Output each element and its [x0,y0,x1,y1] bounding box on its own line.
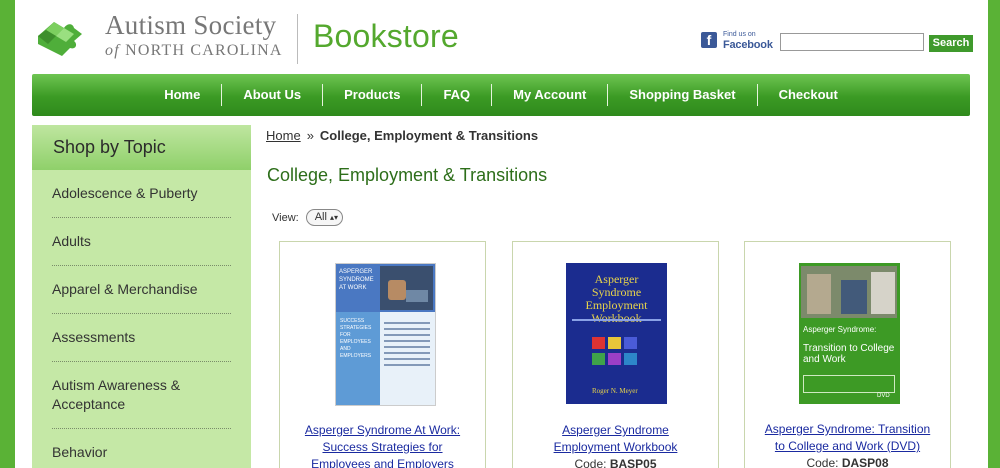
sidebar-item-behavior[interactable]: Behavior [52,429,231,468]
store-title[interactable]: Bookstore [313,18,459,55]
product-cover-image[interactable]: ASPERGER SYNDROME AT WORK SUCCESS STRATE… [335,263,436,406]
org-name-line1: Autism Society [105,10,277,40]
product-cover-image[interactable]: Asperger Syndrome: Transition to College… [799,263,900,404]
cover-subtitle: SUCCESS STRATEGIES FOR EMPLOYEES AND EMP… [340,318,372,359]
sidebar-item-adolescence-puberty[interactable]: Adolescence & Puberty [52,170,231,218]
breadcrumb-current: College, Employment & Transitions [319,128,539,143]
cover-box [803,375,895,393]
cover-square [624,353,637,365]
product-code-value: DASP08 [841,456,889,468]
nav-products[interactable]: Products [323,84,421,106]
cover-square [592,337,605,349]
breadcrumb-home[interactable]: Home [266,128,301,143]
chevron-updown-icon: ▴▾ [330,213,339,222]
cover-rule [572,319,661,321]
cover-photo-shape [871,272,895,314]
product-card: ASPERGER SYNDROME AT WORK SUCCESS STRATE… [279,241,486,468]
cover-square [608,337,621,349]
nav-checkout[interactable]: Checkout [758,84,859,106]
product-code-label: Code: [574,457,607,468]
product-title-line: Success Strategies for [322,440,443,454]
product-card: Asperger Syndrome: Transition to College… [744,241,951,468]
cover-photo-shape [406,290,428,302]
sidebar-item-apparel-merchandise[interactable]: Apparel & Merchandise [52,266,231,314]
main-nav: Home About Us Products FAQ My Account Sh… [32,74,970,116]
product-title-line: Employment Workbook [553,440,678,454]
cover-square [624,337,637,349]
page-title: College, Employment & Transitions [267,165,548,185]
facebook-big-text: Facebook [723,39,773,51]
sidebar-item-assessments[interactable]: Assessments [52,314,231,362]
product-title-link[interactable]: Asperger Syndrome: Transition to College… [745,421,950,455]
view-select[interactable]: All ▴▾ [305,209,344,226]
nav-home[interactable]: Home [143,84,221,106]
nav-my-account[interactable]: My Account [492,84,607,106]
page: Autism Society of NORTH CAROLINA Booksto… [15,0,988,468]
facebook-link[interactable]: f Find us on Facebook [701,30,773,51]
product-title-line: Employees and Employers [311,457,454,468]
cover-panel: SUCCESS STRATEGIES FOR EMPLOYEES AND EMP… [336,312,380,405]
sidebar-item-autism-awareness[interactable]: Autism Awareness & Acceptance [52,362,231,429]
org-name-line2: of NORTH CAROLINA [105,42,283,60]
nav-about-us[interactable]: About Us [222,84,322,106]
product-title-link[interactable]: Asperger Syndrome At Work: Success Strat… [280,422,485,468]
puzzle-logo-icon[interactable] [34,14,90,62]
cover-title: Asperger Syndrome: [803,325,877,334]
cover-photo-shape [388,280,406,300]
search-button[interactable]: Search [929,35,973,52]
org-name-state: NORTH CAROLINA [125,42,283,59]
product-code: Code: DASP08 [745,456,950,468]
product-title-line: to College and Work (DVD) [774,439,921,453]
product-card: Asperger Syndrome Employment Workbook Ro… [512,241,719,468]
breadcrumb-separator: » [306,128,314,143]
sidebar: Shop by Topic Adolescence & Puberty Adul… [32,125,251,468]
nav-shopping-basket[interactable]: Shopping Basket [608,84,756,106]
product-title-link[interactable]: Asperger Syndrome Employment Workbook [513,422,718,456]
facebook-text: Find us on Facebook [723,30,773,51]
search-input[interactable] [780,33,924,51]
cover-graphic [592,337,638,371]
header-divider [297,14,298,64]
org-name-of: of [105,42,120,59]
cover-photo-shape [807,274,831,314]
product-title-line: Asperger Syndrome [562,423,669,437]
view-control: View: All ▴▾ [272,209,344,226]
product-code-value: BASP05 [609,457,657,468]
product-cover-image[interactable]: Asperger Syndrome Employment Workbook Ro… [566,263,667,404]
sidebar-item-adults[interactable]: Adults [52,218,231,266]
cover-square [608,353,621,365]
sidebar-title: Shop by Topic [32,125,251,170]
cover-text-lines [384,322,430,370]
product-title-line: Asperger Syndrome: Transition [764,422,931,436]
product-title-line: Asperger Syndrome At Work: [304,423,461,437]
view-select-value: All [314,211,327,223]
nav-faq[interactable]: FAQ [422,84,491,106]
cover-author: Roger N. Meyer [592,387,638,395]
facebook-icon: f [701,32,717,48]
cover-subtitle: Transition to College and Work [803,343,895,365]
cover-photo [380,266,433,310]
cover-photo-shape [841,280,867,314]
product-code: Code: BASP05 [513,457,718,468]
cover-photo [801,266,897,318]
org-name[interactable]: Autism Society of NORTH CAROLINA [105,10,283,60]
view-label: View: [272,211,299,224]
product-code-label: Code: [806,456,839,468]
cover-title: Asperger Syndrome Employment Workbook [585,272,648,325]
cover-title: ASPERGER SYNDROME AT WORK [339,269,374,291]
cover-dvd-label: DVD [877,393,890,399]
cover-square [592,353,605,365]
breadcrumb: Home » College, Employment & Transitions [266,128,538,143]
